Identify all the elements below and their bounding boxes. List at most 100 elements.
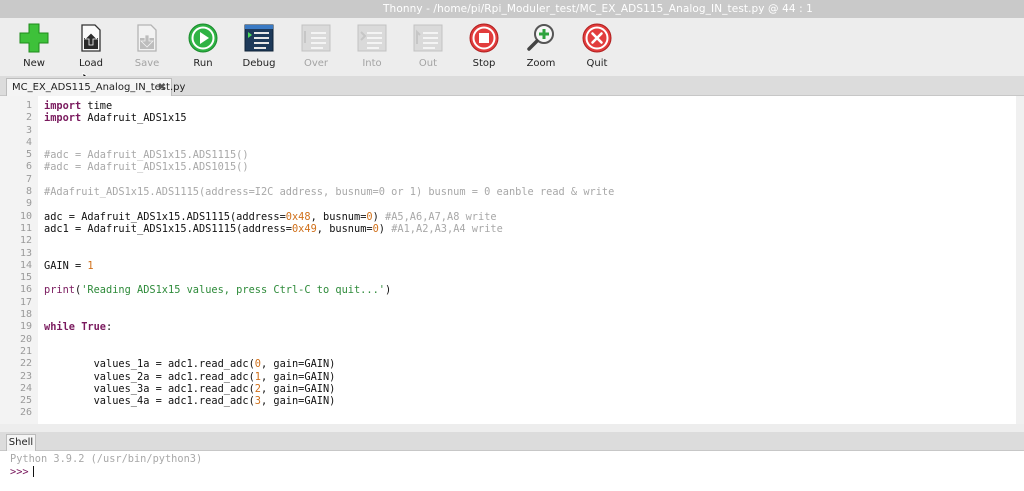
code-line: adc = Adafruit_ADS1x15.ADS1115(address=0… xyxy=(44,211,1014,223)
load-label: Load xyxy=(79,58,103,69)
shell-tab-strip: Shell xyxy=(0,432,1024,452)
run-button[interactable]: Run xyxy=(175,20,231,74)
code-text: , busnum= xyxy=(316,222,373,235)
line-number: 16 xyxy=(19,284,32,296)
quit-label: Quit xyxy=(586,58,608,69)
code-line: import Adafruit_ADS1x15 xyxy=(44,112,1014,124)
zoom-icon xyxy=(527,24,554,51)
new-icon xyxy=(19,23,49,53)
keyword: import xyxy=(44,112,82,125)
line-number: 26 xyxy=(19,407,32,419)
keyword: import xyxy=(44,100,82,112)
window-title: Thonny - /home/pi/Rpi_Moduler_test/MC_EX… xyxy=(383,3,813,15)
step-out-button[interactable]: Out xyxy=(400,20,456,74)
line-number: 17 xyxy=(19,296,32,308)
shell-tab[interactable]: Shell xyxy=(6,434,36,452)
line-number: 22 xyxy=(19,358,32,370)
comment: #A5,A6,A7,A8 write xyxy=(385,210,497,223)
line-number: 12 xyxy=(19,235,32,247)
save-icon xyxy=(137,24,157,52)
editor-file-tab[interactable]: MC_EX_ADS115_Analog_IN_test.py ✖ xyxy=(6,78,185,97)
editor-tab-strip: MC_EX_ADS115_Analog_IN_test.py ✖ xyxy=(0,76,1024,97)
step-into-icon xyxy=(357,24,387,52)
run-label: Run xyxy=(193,58,213,69)
editor-vertical-scrollbar[interactable] xyxy=(1016,96,1024,424)
code-editor[interactable]: 1 2 3 4 5 6 7 8 9 10 11 12 13 14 15 16 1… xyxy=(0,96,1024,424)
code-line: #adc = Adafruit_ADS1x15.ADS1115() xyxy=(44,149,1014,161)
step-out-label: Out xyxy=(418,58,438,69)
code-line: #Adafruit_ADS1x15.ADS1115(address=I2C ad… xyxy=(44,186,1014,198)
shell-prompt-line[interactable]: >>> xyxy=(10,466,1024,479)
shell-console[interactable]: Python 3.9.2 (/usr/bin/python3) >>> xyxy=(0,451,1024,491)
comment: #adc = Adafruit_ADS1x15.ADS1115() xyxy=(44,149,249,162)
line-number: 18 xyxy=(19,309,32,321)
zoom-label: Zoom xyxy=(526,58,556,69)
code-line: values_4a = adc1.read_adc(3, gain=GAIN) xyxy=(44,395,1014,407)
save-button[interactable]: Save xyxy=(119,20,175,74)
line-number: 14 xyxy=(19,259,32,271)
line-number: 13 xyxy=(19,247,32,259)
code-text: : xyxy=(106,321,113,334)
debug-button[interactable]: Debug xyxy=(231,20,287,74)
step-into-button[interactable]: Into xyxy=(344,20,400,74)
step-over-button[interactable]: Over xyxy=(288,20,344,74)
line-number: 9 xyxy=(25,198,32,210)
line-number: 11 xyxy=(19,222,32,234)
line-number: 21 xyxy=(19,345,32,357)
line-number: 1 xyxy=(25,100,32,111)
code-line: import time xyxy=(44,100,1014,112)
code-text: Adafruit_ADS1x15 xyxy=(81,112,187,125)
line-number: 5 xyxy=(25,149,32,161)
code-text: time xyxy=(81,100,113,112)
line-number: 8 xyxy=(25,186,32,198)
code-line: GAIN = 1 xyxy=(44,260,1014,272)
shell-banner: Python 3.9.2 (/usr/bin/python3) xyxy=(10,453,203,465)
comment: #adc = Adafruit_ADS1x15.ADS1015() xyxy=(44,161,249,174)
line-number: 24 xyxy=(19,382,32,394)
code-text: values_3a = adc1.read_adc( xyxy=(44,382,255,395)
load-button[interactable]: Load xyxy=(63,20,119,74)
text-caret xyxy=(32,466,34,477)
shell-prompt: >>> xyxy=(10,466,29,478)
pane-splitter[interactable] xyxy=(0,424,1024,432)
close-tab-icon[interactable]: ✖ xyxy=(158,79,166,96)
quit-button[interactable]: Quit xyxy=(569,20,625,74)
window-title-bar: Thonny - /home/pi/Rpi_Moduler_test/MC_EX… xyxy=(0,0,1024,18)
step-into-label: Into xyxy=(362,58,382,69)
line-number-gutter: 1 2 3 4 5 6 7 8 9 10 11 12 13 14 15 16 1… xyxy=(0,96,38,424)
line-number: 3 xyxy=(25,124,32,136)
toolbar: New Load Save Run Debug Over Into Out St… xyxy=(0,18,1024,76)
code-line: values_1a = adc1.read_adc(0, gain=GAIN) xyxy=(44,358,1014,370)
stop-label: Stop xyxy=(472,58,496,69)
line-number: 20 xyxy=(19,333,32,345)
comment: #Adafruit_ADS1x15.ADS1115(address=I2C ad… xyxy=(44,186,615,199)
keyword: while xyxy=(44,321,75,334)
debug-label: Debug xyxy=(242,58,276,69)
line-number: 10 xyxy=(19,210,32,222)
new-button[interactable]: New xyxy=(6,20,62,74)
code-text: adc = Adafruit_ADS1x15.ADS1115(address= xyxy=(44,210,286,223)
builtin: print xyxy=(44,284,75,297)
stop-button[interactable]: Stop xyxy=(456,20,512,74)
debug-icon xyxy=(244,24,274,52)
stop-icon xyxy=(469,23,499,53)
code-line: values_3a = adc1.read_adc(2, gain=GAIN) xyxy=(44,383,1014,395)
code-text: values_2a = adc1.read_adc( xyxy=(44,370,255,383)
code-lines: import time import Adafruit_ADS1x15 #adc… xyxy=(44,100,1014,420)
code-text: , busnum= xyxy=(310,210,367,223)
code-text: , gain=GAIN) xyxy=(260,370,336,383)
code-text: adc1 = Adafruit_ADS1x15.ADS1115(address= xyxy=(44,222,292,235)
line-number: 19 xyxy=(19,321,32,333)
line-number: 4 xyxy=(25,136,32,148)
zoom-button[interactable]: Zoom xyxy=(513,20,569,74)
code-text: , gain=GAIN) xyxy=(260,358,336,371)
